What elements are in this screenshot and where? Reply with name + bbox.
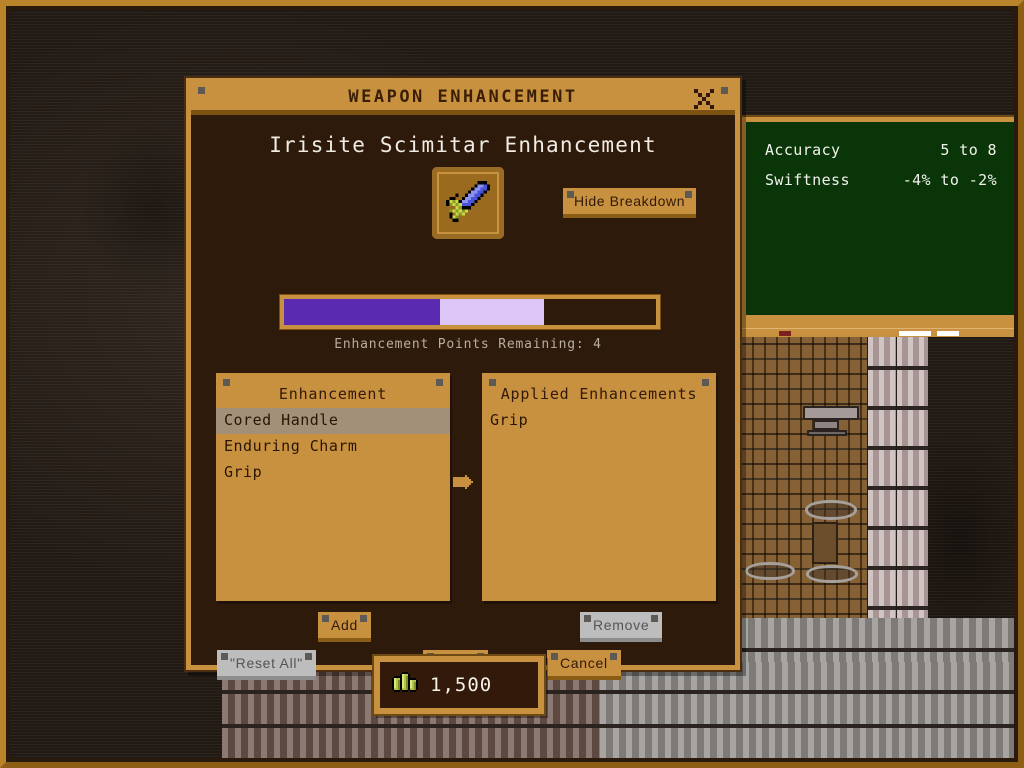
dialog-titlebar: WEAPON ENHANCEMENT: [191, 83, 735, 115]
background-barrel-ring: [745, 562, 795, 580]
remove-button[interactable]: Remove: [580, 612, 663, 642]
screw-decoration: [567, 191, 574, 198]
item-title: Irisite Scimitar Enhancement: [269, 133, 657, 157]
game-screen: Accuracy 5 to 8 Swiftness -4% to -2% WEA…: [0, 0, 1024, 768]
screw-decoration: [304, 653, 312, 660]
progress-pending-segment: [440, 299, 545, 325]
stat-label: Swiftness: [765, 171, 850, 189]
screw-decoration: [489, 379, 496, 386]
applied-enhancements-list: Grip: [482, 408, 716, 434]
list-item[interactable]: Enduring Charm: [216, 434, 450, 460]
background-floor-tiles: [742, 618, 1024, 662]
cancel-button-label: Cancel: [560, 655, 608, 671]
screw-decoration: [609, 653, 617, 660]
available-panel-header: Enhancement: [278, 385, 388, 403]
gold-coins-icon: [392, 670, 418, 700]
background-barrel-ring: [805, 500, 857, 520]
screw-decoration: [551, 653, 558, 660]
screw-decoration: [721, 87, 728, 94]
stat-value: -4% to -2%: [902, 171, 997, 189]
chalkboard-ledge: [741, 328, 1021, 337]
applied-panel-header: Applied Enhancements: [500, 385, 698, 403]
enhancement-progress-bar: [280, 295, 660, 329]
background-barrel-ring: [806, 565, 858, 583]
screw-decoration: [651, 615, 659, 622]
eraser-icon: [779, 331, 791, 336]
screw-decoration: [322, 615, 329, 622]
background-stone-pillar: [897, 330, 928, 620]
list-item[interactable]: Grip: [482, 408, 716, 434]
background-barrel: [812, 522, 838, 564]
background-stone-pillar: [868, 330, 896, 620]
screw-decoration: [198, 87, 205, 94]
list-item[interactable]: Cored Handle: [216, 408, 450, 434]
add-button-label: Add: [331, 617, 359, 633]
cancel-button[interactable]: Cancel: [547, 650, 621, 680]
weapon-enhancement-dialog: WEAPON ENHANCEMENT Irisite Scimitar Enha…: [186, 78, 740, 680]
add-button[interactable]: Add: [318, 612, 372, 642]
progress-used-segment: [284, 299, 441, 325]
gold-amount: 1,500: [430, 674, 493, 696]
reset-all-button-label: "Reset All": [230, 655, 303, 671]
enhancement-points-remaining: Enhancement Points Remaining: 4: [334, 337, 602, 352]
weapon-row: Hide Breakdown: [191, 167, 735, 243]
hide-breakdown-label: Hide Breakdown: [574, 193, 686, 209]
hide-breakdown-button[interactable]: Hide Breakdown: [563, 188, 697, 218]
screw-decoration: [584, 615, 591, 622]
close-icon[interactable]: [691, 86, 717, 110]
screw-decoration: [223, 379, 230, 386]
chalk-icon: [937, 331, 959, 336]
list-item[interactable]: Grip: [216, 460, 450, 486]
background-floor-tiles: [600, 660, 1024, 768]
stat-value: 5 to 8: [940, 141, 997, 159]
remove-button-label: Remove: [593, 617, 650, 633]
stats-breakdown-panel: Accuracy 5 to 8 Swiftness -4% to -2%: [741, 117, 1021, 337]
stats-chalkboard: Accuracy 5 to 8 Swiftness -4% to -2%: [746, 122, 1016, 315]
screw-decoration: [436, 379, 443, 386]
reset-all-button[interactable]: "Reset All": [217, 650, 316, 680]
available-enhancements-panel: Enhancement Cored Handle Enduring Charm …: [216, 373, 450, 601]
blue-scimitar-icon: [432, 167, 504, 239]
chalk-icon: [899, 331, 931, 336]
arrow-right-icon: [453, 471, 477, 493]
stat-label: Accuracy: [765, 141, 841, 159]
currency-inner: 1,500: [380, 662, 538, 708]
screw-decoration: [360, 615, 368, 622]
progress-track: [284, 299, 656, 325]
screw-decoration: [221, 653, 228, 660]
currency-display: 1,500: [374, 656, 544, 714]
available-enhancements-list: Cored Handle Enduring Charm Grip: [216, 408, 450, 485]
stat-row: Accuracy 5 to 8: [765, 141, 997, 159]
screw-decoration: [685, 191, 693, 198]
applied-enhancements-panel: Applied Enhancements Grip: [482, 373, 716, 601]
dialog-body: Irisite Scimitar Enhancement Hide Breakd…: [191, 115, 735, 680]
stat-row: Swiftness -4% to -2%: [765, 171, 997, 189]
screw-decoration: [702, 379, 709, 386]
background-anvil: [803, 406, 863, 438]
dialog-title: WEAPON ENHANCEMENT: [348, 86, 578, 107]
